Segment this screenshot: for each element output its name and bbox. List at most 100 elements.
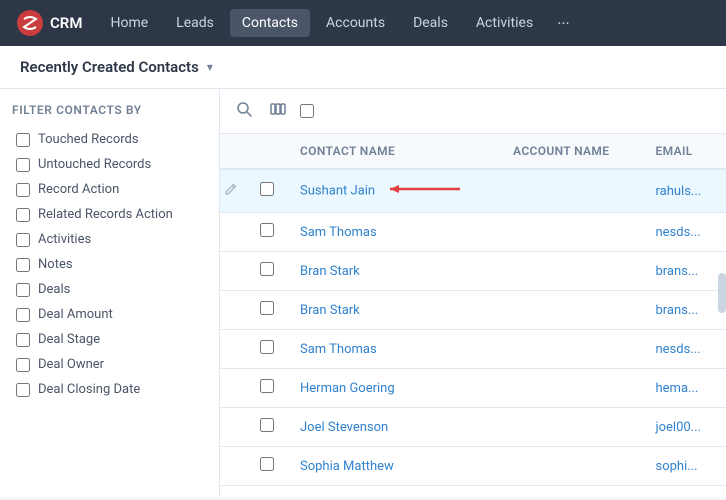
- filter-deal-owner[interactable]: Deal Owner: [12, 352, 207, 377]
- filter-sidebar-title: Filter Contacts by: [12, 103, 207, 117]
- sub-header: Recently Created Contacts ▾: [0, 46, 726, 89]
- col-email[interactable]: Email: [643, 134, 726, 169]
- col-account-name[interactable]: Account Name: [501, 134, 643, 169]
- filter-untouched-records[interactable]: Untouched Records: [12, 152, 207, 177]
- filter-deal-stage[interactable]: Deal Stage: [12, 327, 207, 352]
- row-email: nesds...: [643, 330, 726, 369]
- col-contact-name[interactable]: Contact Name: [288, 134, 501, 169]
- nav-deals[interactable]: Deals: [401, 9, 460, 37]
- filter-touched-records[interactable]: Touched Records: [12, 127, 207, 152]
- row-email: sophi...: [643, 447, 726, 486]
- table-row: Herman Goering hema...: [220, 369, 726, 408]
- row-account-name: [501, 213, 643, 252]
- row-checkbox[interactable]: [260, 340, 274, 354]
- table-row: Sam Thomas nesds...: [220, 330, 726, 369]
- filter-deal-amount-label: Deal Amount: [38, 307, 113, 322]
- row-contact-name: Bran Stark: [288, 252, 501, 291]
- row-action-cell: [220, 252, 252, 291]
- filter-record-action-checkbox[interactable]: [16, 183, 30, 197]
- nav-home[interactable]: Home: [98, 9, 160, 37]
- row-checkbox[interactable]: [260, 301, 274, 315]
- filter-activities-checkbox[interactable]: [16, 233, 30, 247]
- filter-deal-stage-checkbox[interactable]: [16, 333, 30, 347]
- contact-name-link[interactable]: Bran Stark: [300, 264, 360, 279]
- row-checkbox-cell: [252, 169, 288, 213]
- table-row: Sushant Jain rahuls...: [220, 169, 726, 213]
- nav-contacts[interactable]: Contacts: [230, 9, 310, 37]
- row-checkbox-cell: [252, 213, 288, 252]
- row-action-cell: [220, 213, 252, 252]
- filter-touched-records-checkbox[interactable]: [16, 133, 30, 147]
- filter-deal-stage-label: Deal Stage: [38, 332, 100, 347]
- table-row: Sophia Matthew sophi...: [220, 447, 726, 486]
- select-all-checkbox[interactable]: [300, 104, 314, 118]
- table-toolbar: [220, 89, 726, 134]
- filter-record-action[interactable]: Record Action: [12, 177, 207, 202]
- scroll-handle[interactable]: [718, 273, 726, 313]
- row-email: brans...: [643, 291, 726, 330]
- contacts-table: Contact Name Account Name Email Sushant …: [220, 134, 726, 486]
- filter-notes-checkbox[interactable]: [16, 258, 30, 272]
- filter-deal-amount[interactable]: Deal Amount: [12, 302, 207, 327]
- nav-accounts[interactable]: Accounts: [314, 9, 397, 37]
- row-checkbox-cell: [252, 408, 288, 447]
- row-checkbox-cell: [252, 330, 288, 369]
- row-contact-name: Herman Goering: [288, 369, 501, 408]
- col-actions: [220, 134, 252, 169]
- row-checkbox-cell: [252, 252, 288, 291]
- filter-deal-amount-checkbox[interactable]: [16, 308, 30, 322]
- annotation-arrow: [385, 180, 465, 202]
- view-title: Recently Created Contacts: [20, 58, 199, 76]
- row-account-name: [501, 369, 643, 408]
- row-checkbox[interactable]: [260, 418, 274, 432]
- nav-activities[interactable]: Activities: [464, 9, 545, 37]
- row-email: nesds...: [643, 213, 726, 252]
- row-checkbox-cell: [252, 447, 288, 486]
- row-checkbox[interactable]: [260, 379, 274, 393]
- nav-leads[interactable]: Leads: [164, 9, 226, 37]
- filter-related-records[interactable]: Related Records Action: [12, 202, 207, 227]
- contact-name-link[interactable]: Sushant Jain: [300, 183, 375, 198]
- filter-deals-checkbox[interactable]: [16, 283, 30, 297]
- columns-icon[interactable]: [266, 97, 290, 125]
- row-email: brans...: [643, 252, 726, 291]
- view-dropdown-arrow[interactable]: ▾: [207, 60, 213, 74]
- contact-name-link[interactable]: Sophia Matthew: [300, 459, 394, 474]
- filter-notes[interactable]: Notes: [12, 252, 207, 277]
- contact-name-link[interactable]: Sam Thomas: [300, 225, 377, 240]
- content-area: Contact Name Account Name Email Sushant …: [220, 89, 726, 497]
- filter-deals[interactable]: Deals: [12, 277, 207, 302]
- filter-untouched-records-label: Untouched Records: [38, 157, 151, 172]
- row-action-cell: [220, 447, 252, 486]
- row-contact-name: Sam Thomas: [288, 213, 501, 252]
- row-account-name: [501, 291, 643, 330]
- row-action-cell: [220, 291, 252, 330]
- top-nav: CRM Home Leads Contacts Accounts Deals A…: [0, 0, 726, 46]
- contact-name-link[interactable]: Joel Stevenson: [300, 420, 388, 435]
- edit-icon[interactable]: [224, 184, 238, 200]
- filter-activities[interactable]: Activities: [12, 227, 207, 252]
- table-row: Bran Stark brans...: [220, 291, 726, 330]
- filter-untouched-records-checkbox[interactable]: [16, 158, 30, 172]
- row-checkbox[interactable]: [260, 223, 274, 237]
- filter-deal-closing-date-checkbox[interactable]: [16, 383, 30, 397]
- row-checkbox[interactable]: [260, 457, 274, 471]
- search-icon[interactable]: [232, 97, 256, 125]
- filter-deal-owner-checkbox[interactable]: [16, 358, 30, 372]
- row-checkbox[interactable]: [260, 182, 274, 196]
- row-email: hema...: [643, 369, 726, 408]
- row-checkbox-cell: [252, 369, 288, 408]
- row-account-name: [501, 252, 643, 291]
- table-row: Joel Stevensonjoel00...: [220, 408, 726, 447]
- row-checkbox[interactable]: [260, 262, 274, 276]
- contact-name-link[interactable]: Sam Thomas: [300, 342, 377, 357]
- filter-deals-label: Deals: [38, 282, 70, 297]
- filter-deal-closing-date[interactable]: Deal Closing Date: [12, 377, 207, 402]
- contact-name-link[interactable]: Bran Stark: [300, 303, 360, 318]
- nav-more-menu[interactable]: ···: [549, 8, 578, 39]
- row-contact-name: Sushant Jain: [288, 169, 501, 213]
- row-account-name: [501, 447, 643, 486]
- filter-notes-label: Notes: [38, 257, 73, 272]
- filter-related-records-checkbox[interactable]: [16, 208, 30, 222]
- contact-name-link[interactable]: Herman Goering: [300, 381, 395, 396]
